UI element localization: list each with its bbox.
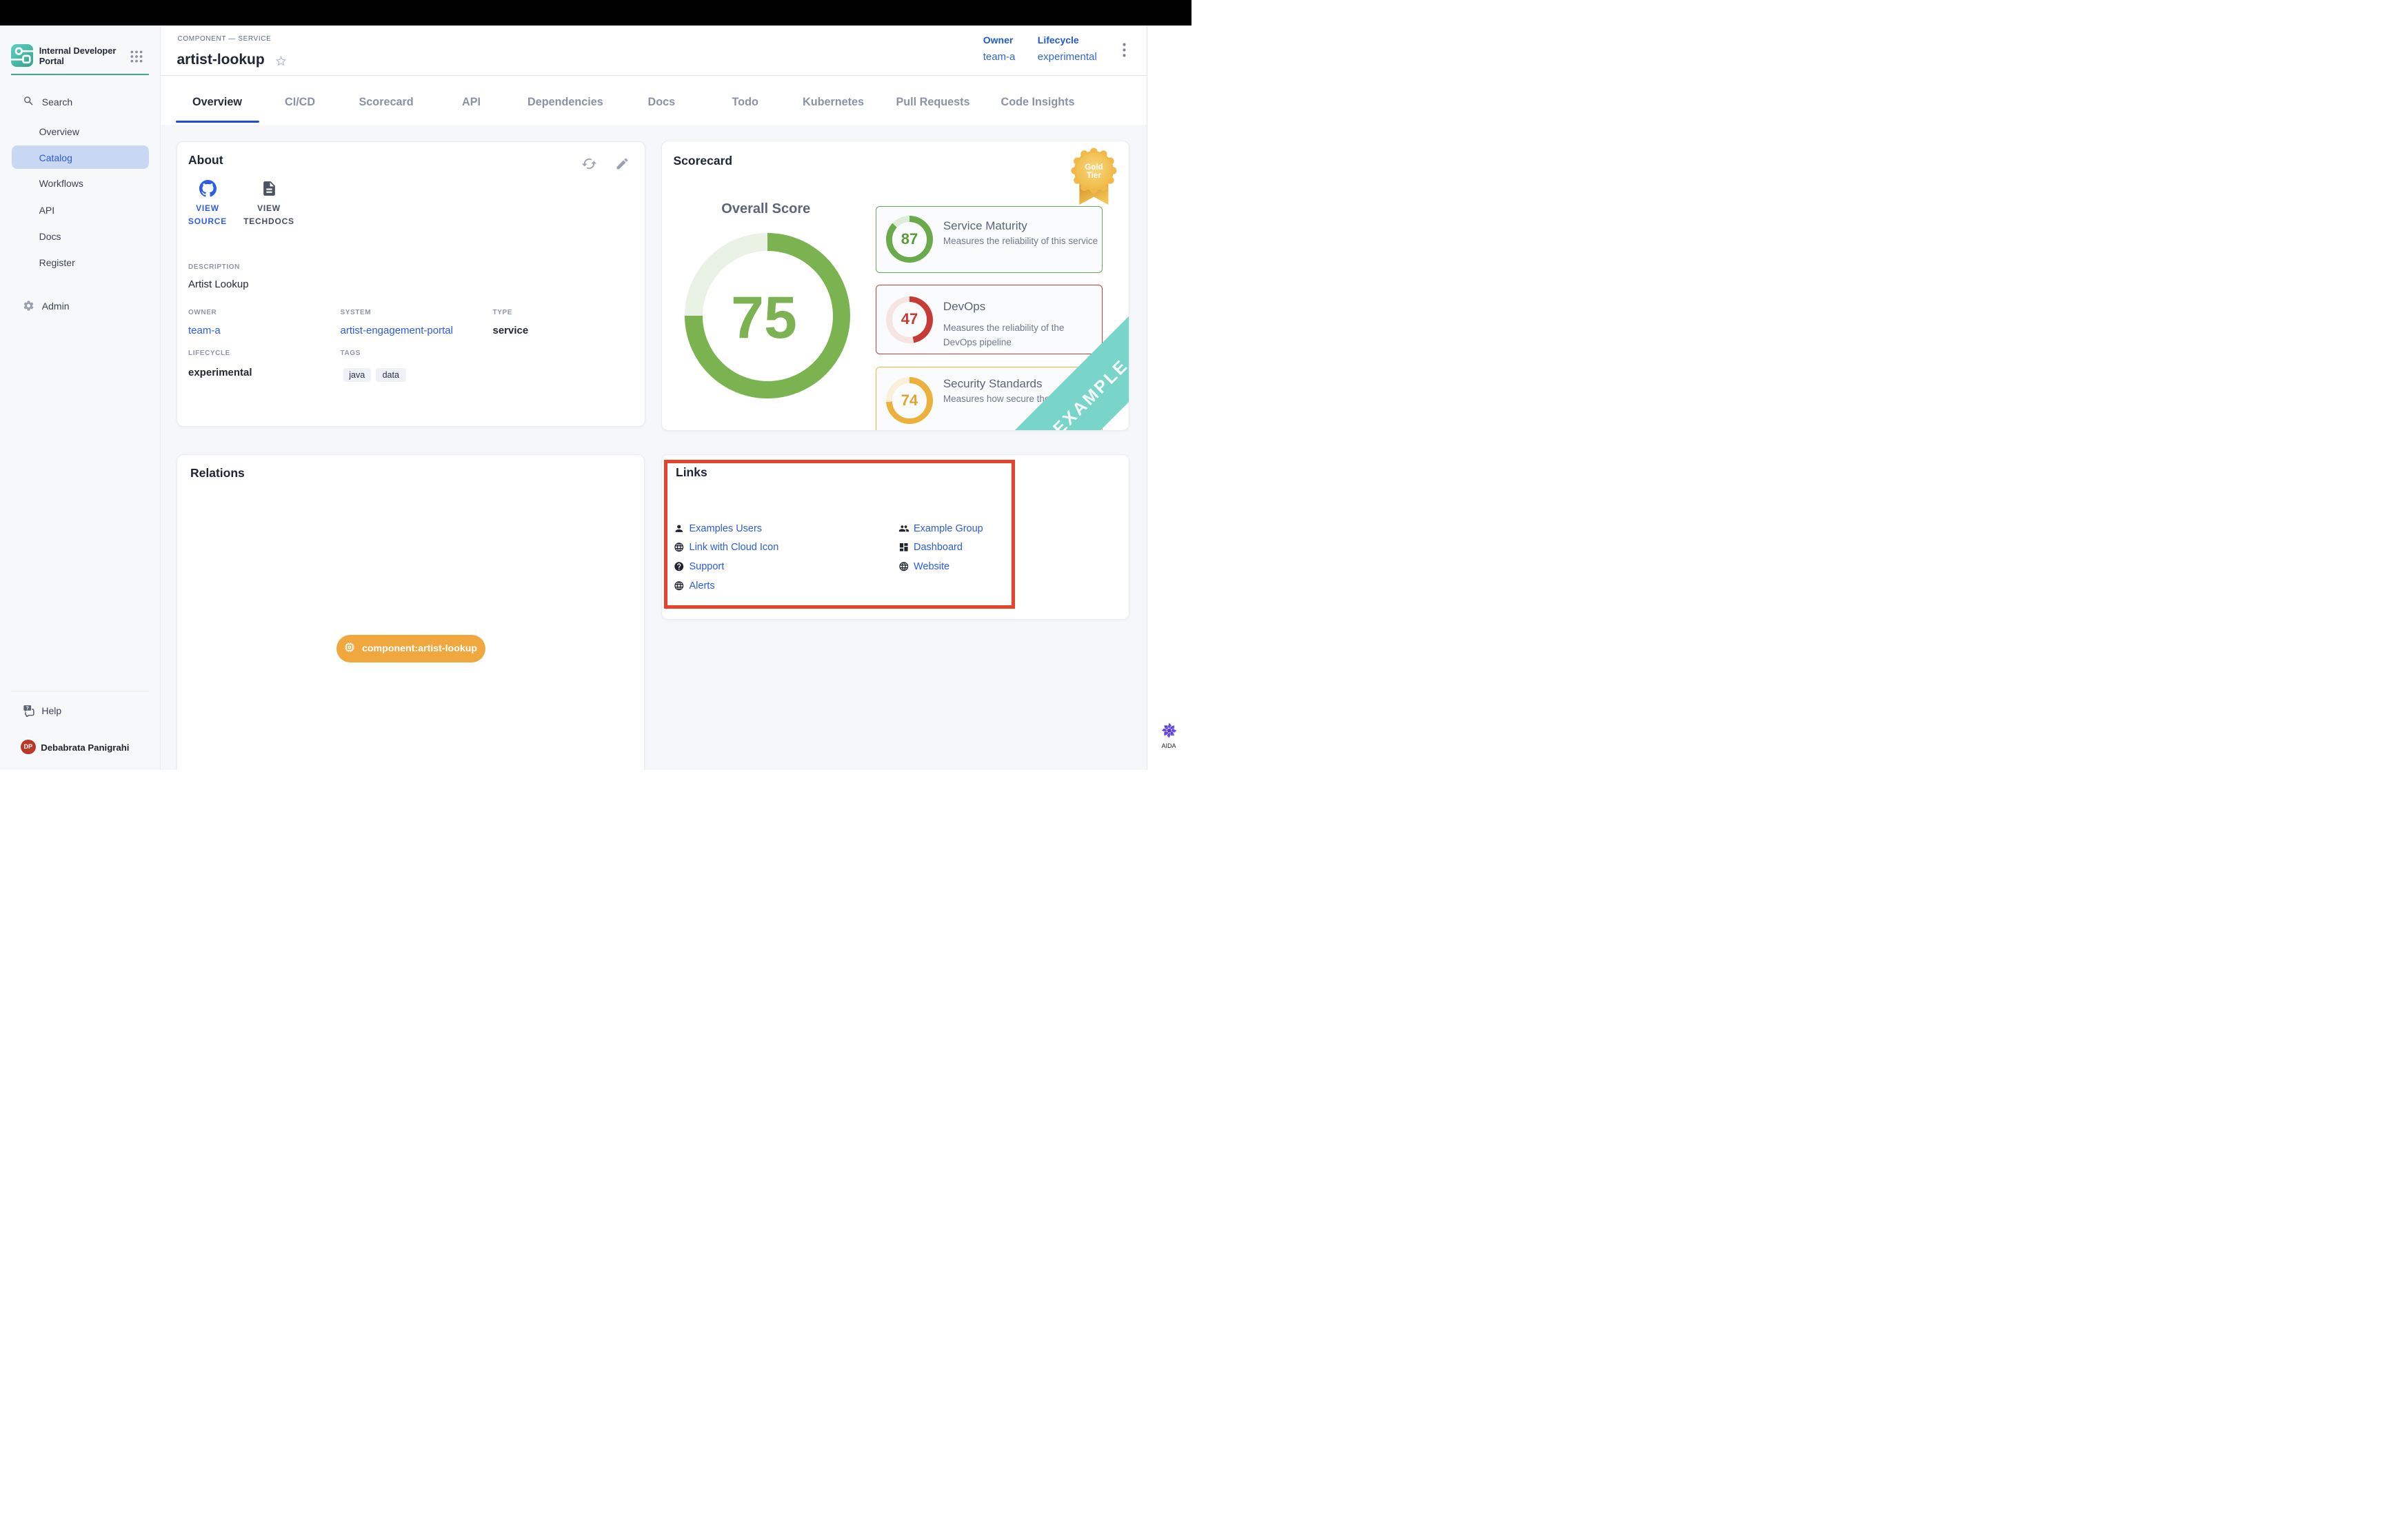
svg-text:Gold: Gold (1085, 163, 1103, 172)
svg-text:?: ? (26, 705, 29, 711)
svg-text:Tier: Tier (1087, 172, 1101, 180)
